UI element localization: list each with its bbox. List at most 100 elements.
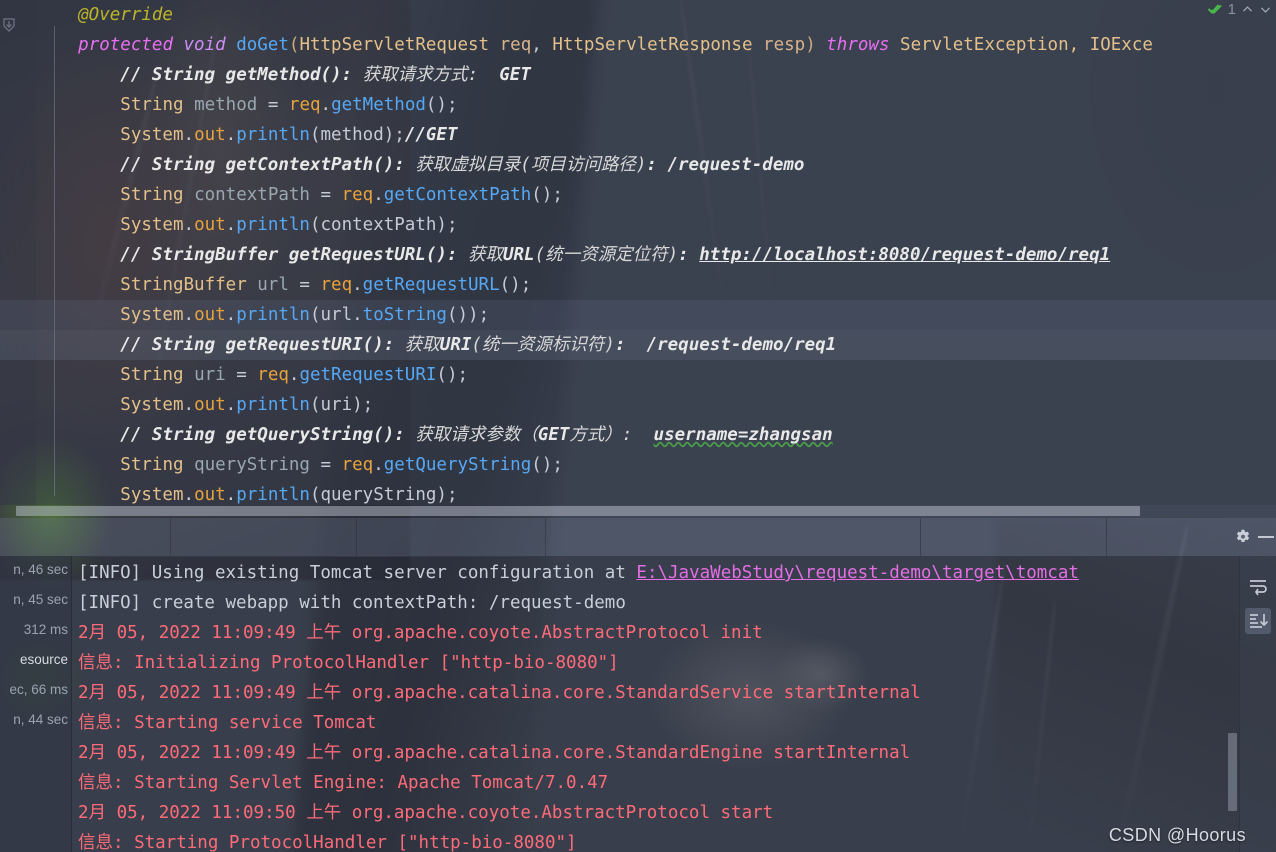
code-token: (); bbox=[531, 455, 563, 475]
code-line[interactable]: // String getMethod(): 获取请求方式: GET bbox=[0, 60, 1276, 90]
console-line: 信息: Starting service Tomcat bbox=[78, 708, 376, 738]
code-token: // String getContextPath(): bbox=[120, 155, 416, 175]
code-editor[interactable]: @Override protected void doGet(HttpServl… bbox=[0, 0, 1276, 505]
code-token: . bbox=[225, 125, 237, 145]
editor-hscrollbar-thumb[interactable] bbox=[16, 506, 1140, 516]
code-token: : /request-demo bbox=[646, 155, 805, 175]
code-token: System bbox=[36, 395, 184, 415]
run-tree-item[interactable]: ec, 66 ms bbox=[9, 682, 68, 697]
code-token: = bbox=[236, 365, 258, 385]
code-token: (contextPath); bbox=[309, 215, 458, 235]
code-token: out bbox=[194, 305, 226, 325]
code-token: System bbox=[36, 125, 184, 145]
code-line[interactable]: @Override bbox=[0, 0, 1276, 30]
code-token: . bbox=[373, 185, 384, 205]
code-token: System bbox=[36, 215, 184, 235]
code-token: String bbox=[120, 365, 195, 385]
code-token: out bbox=[194, 395, 226, 415]
run-tree-item[interactable]: n, 45 sec bbox=[13, 592, 68, 607]
code-token: . bbox=[183, 215, 195, 235]
code-token: req bbox=[288, 95, 321, 115]
console-vscrollbar-thumb[interactable] bbox=[1228, 733, 1237, 811]
code-token: 获取请求参数（ bbox=[415, 425, 538, 445]
code-line[interactable]: String contextPath = req.getContextPath(… bbox=[0, 180, 1276, 210]
code-token: println bbox=[236, 125, 310, 145]
code-line[interactable]: System.out.println(url.toString()); bbox=[0, 300, 1276, 330]
toolwindow-tab-divider bbox=[920, 518, 921, 556]
console-path-link[interactable]: E:\JavaWebStudy\request-demo\target\tomc… bbox=[636, 563, 1079, 583]
code-line[interactable]: // String getContextPath(): 获取虚拟目录(项目访问路… bbox=[0, 150, 1276, 180]
code-token: 方式）: bbox=[569, 425, 633, 445]
run-tree-item[interactable]: n, 44 sec bbox=[13, 712, 68, 727]
code-token: , bbox=[531, 35, 553, 55]
chevron-up-icon[interactable] bbox=[1241, 3, 1254, 16]
code-line[interactable]: StringBuffer url = req.getRequestURL(); bbox=[0, 270, 1276, 300]
code-token: toString bbox=[362, 305, 447, 325]
code-line[interactable]: // String getRequestURI(): 获取URI(统一资源标识符… bbox=[0, 330, 1276, 360]
code-token: . bbox=[183, 395, 195, 415]
code-token: 获取虚拟目录(项目访问路径) bbox=[415, 155, 647, 175]
code-token: . bbox=[225, 395, 237, 415]
code-token: contextPath bbox=[194, 185, 321, 205]
code-line[interactable]: String queryString = req.getQueryString(… bbox=[0, 450, 1276, 480]
inspection-widget[interactable]: 1 bbox=[1207, 1, 1272, 18]
code-token: : bbox=[678, 245, 700, 265]
console-line: [INFO] Using existing Tomcat server conf… bbox=[78, 558, 1079, 588]
console-line: 信息: Starting Servlet Engine: Apache Tomc… bbox=[78, 768, 608, 798]
console-line: 2月 05, 2022 11:09:49 上午 org.apache.catal… bbox=[78, 678, 921, 708]
code-line[interactable]: protected void doGet(HttpServletRequest … bbox=[0, 30, 1276, 60]
code-token: . bbox=[352, 275, 363, 295]
code-token: . bbox=[288, 365, 300, 385]
tree-console-divider[interactable] bbox=[71, 556, 72, 852]
code-token: . bbox=[225, 215, 237, 235]
code-token: (统一资源定位符) bbox=[534, 245, 679, 265]
scroll-to-end-icon[interactable] bbox=[1245, 608, 1271, 634]
console-line: 信息: Starting ProtocolHandler ["http-bio-… bbox=[78, 828, 577, 852]
code-line[interactable]: System.out.println(method);//GET bbox=[0, 120, 1276, 150]
code-token: out bbox=[194, 125, 226, 145]
run-tree-item[interactable]: 312 ms bbox=[24, 622, 68, 637]
soft-wrap-icon[interactable] bbox=[1245, 574, 1271, 600]
code-line[interactable]: // String getQueryString(): 获取请求参数（GET方式… bbox=[0, 420, 1276, 450]
code-token: 获取请求方式: bbox=[362, 65, 479, 85]
code-token: void bbox=[183, 35, 237, 55]
code-token: //GET bbox=[404, 125, 458, 145]
minimize-icon[interactable] bbox=[1258, 536, 1274, 538]
toolwindow-header-strip[interactable] bbox=[0, 518, 1276, 557]
inspection-ok-icon bbox=[1207, 3, 1222, 14]
code-token: System bbox=[36, 485, 184, 505]
code-line[interactable]: String method = req.getMethod(); bbox=[0, 90, 1276, 120]
code-line[interactable]: String uri = req.getRequestURI(); bbox=[0, 360, 1276, 390]
code-token: (method); bbox=[309, 125, 405, 145]
run-tree-item[interactable]: esource bbox=[20, 652, 68, 667]
gear-icon[interactable] bbox=[1234, 528, 1252, 546]
code-token: System bbox=[36, 305, 184, 325]
code-token: . bbox=[373, 455, 384, 475]
console-line: 2月 05, 2022 11:09:49 上午 org.apache.coyot… bbox=[78, 618, 763, 648]
console-output[interactable]: [INFO] Using existing Tomcat server conf… bbox=[72, 556, 1276, 852]
code-line[interactable]: // StringBuffer getRequestURL(): 获取URL(统… bbox=[0, 240, 1276, 270]
chevron-down-icon[interactable] bbox=[1259, 3, 1272, 16]
code-token: StringBuffer bbox=[120, 275, 258, 295]
console-toolbar[interactable] bbox=[1239, 556, 1276, 852]
code-token: (统一资源标识符) bbox=[471, 335, 615, 355]
toolwindow-tab-divider bbox=[545, 518, 546, 556]
code-token: // StringBuffer getRequestURL(): bbox=[120, 245, 468, 265]
code-token: queryString bbox=[194, 455, 321, 475]
code-token: // String getMethod(): bbox=[120, 65, 363, 85]
code-token: out bbox=[194, 215, 226, 235]
code-token: = bbox=[267, 95, 289, 115]
code-content[interactable]: @Override protected void doGet(HttpServl… bbox=[0, 0, 1276, 505]
run-tree-item[interactable]: n, 46 sec bbox=[13, 562, 68, 577]
toolwindow-tab-divider bbox=[356, 518, 357, 556]
code-token: req bbox=[257, 365, 289, 385]
run-tree-panel[interactable]: n, 46 sec n, 45 sec 312 ms esource ec, 66 ms… bbox=[0, 556, 72, 852]
code-line[interactable]: System.out.println(contextPath); bbox=[0, 210, 1276, 240]
code-token: req bbox=[320, 275, 353, 295]
code-line[interactable]: System.out.println(uri); bbox=[0, 390, 1276, 420]
